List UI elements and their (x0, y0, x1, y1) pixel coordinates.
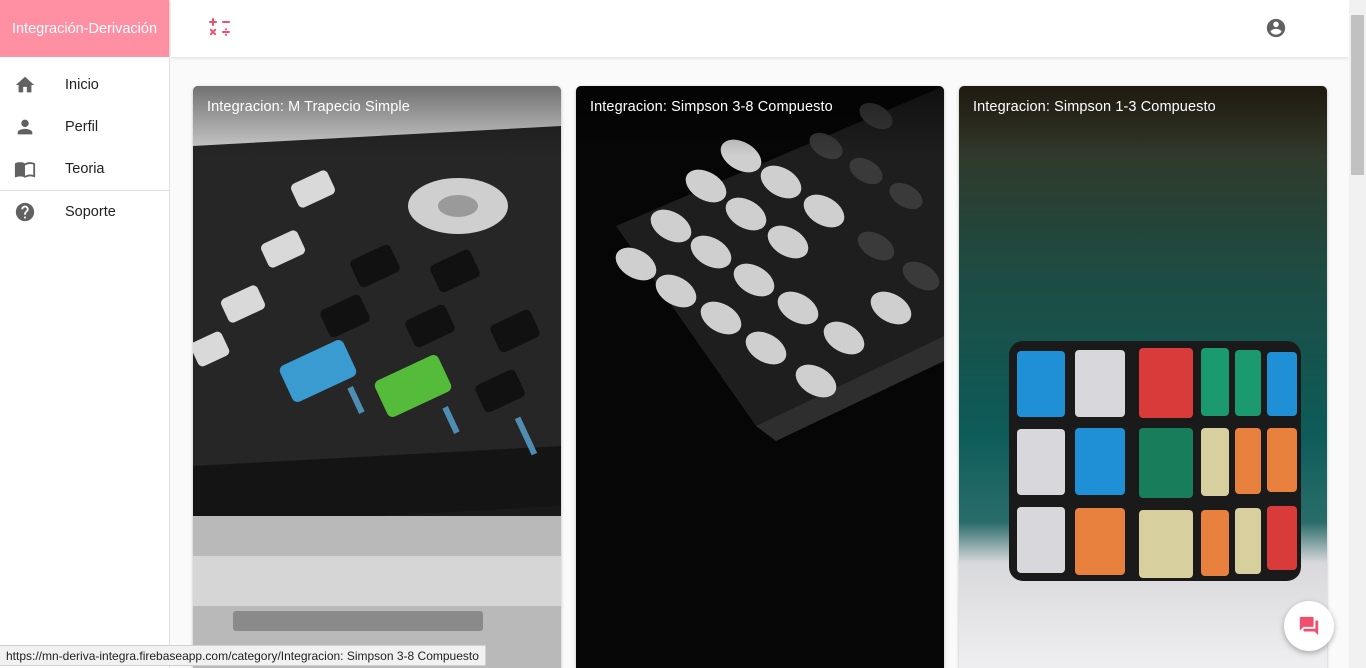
help-icon (0, 201, 65, 223)
rubiks-cube-photo (959, 86, 1327, 668)
sidebar-item-perfil[interactable]: Perfil (0, 106, 169, 148)
card-title: Integracion: Simpson 3-8 Compuesto (590, 99, 833, 115)
sidebar-item-soporte[interactable]: Soporte (0, 191, 169, 233)
status-bar-url: https://mn-deriva-integra.firebaseapp.co… (0, 645, 486, 666)
sidebar-item-inicio[interactable]: Inicio (0, 64, 169, 106)
top-app-bar (171, 0, 1349, 57)
scrollbar-thumb[interactable] (1351, 15, 1364, 175)
account-circle-icon[interactable] (1265, 17, 1287, 39)
math-operators-icon[interactable] (208, 15, 232, 39)
home-icon (0, 74, 65, 96)
sidebar-item-label: Inicio (65, 77, 99, 93)
card-title: Integracion: M Trapecio Simple (207, 99, 410, 115)
card-title-shade (193, 86, 561, 156)
vertical-scrollbar[interactable] (1349, 0, 1366, 668)
category-card-simpson-1-3[interactable]: Integracion: Simpson 1-3 Compuesto (959, 86, 1327, 668)
sidebar-item-label: Soporte (65, 204, 116, 220)
category-card-trapecio[interactable]: Integracion: M Trapecio Simple (193, 86, 561, 668)
card-title: Integracion: Simpson 1-3 Compuesto (973, 99, 1216, 115)
category-card-simpson-3-8[interactable]: Integracion: Simpson 3-8 Compuesto (576, 86, 944, 668)
person-icon (0, 116, 65, 138)
chat-icon (1299, 616, 1319, 636)
sidebar: Integración-Derivación Inicio Perfil Teo… (0, 0, 170, 668)
sidebar-item-label: Teoria (65, 161, 105, 177)
sidebar-item-label: Perfil (65, 119, 99, 135)
card-title-shade (959, 86, 1327, 156)
card-title-shade (576, 86, 944, 156)
scientific-calculator-photo (576, 86, 944, 668)
sidebar-item-teoria[interactable]: Teoria (0, 148, 169, 190)
chat-button[interactable] (1284, 601, 1334, 651)
brand-title[interactable]: Integración-Derivación (0, 0, 169, 57)
book-icon (0, 158, 65, 180)
graphing-calculator-photo (193, 86, 561, 668)
